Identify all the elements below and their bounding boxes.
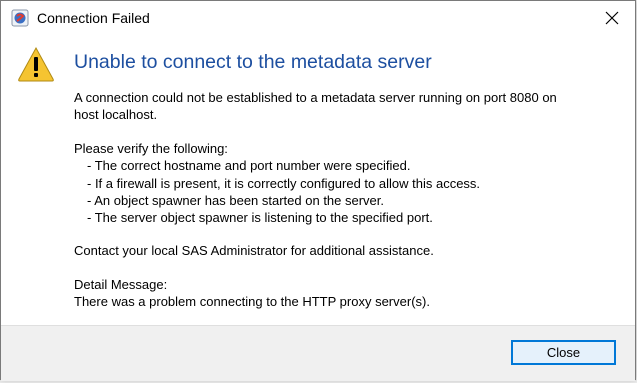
window-title: Connection Failed — [37, 10, 150, 26]
verify-item: - If a firewall is present, it is correc… — [87, 176, 481, 191]
warning-icon — [18, 46, 54, 82]
title-bar[interactable]: Connection Failed — [1, 1, 635, 35]
connection-failed-dialog: Connection Failed Unable to connect to t… — [0, 0, 636, 381]
verify-item: - The server object spawner is listening… — [87, 210, 433, 225]
intro-line-1: A connection could not be established to… — [74, 90, 557, 105]
detail-text: There was a problem connecting to the HT… — [74, 294, 430, 309]
verify-header: Please verify the following: — [74, 141, 228, 156]
verify-item: - The correct hostname and port number w… — [87, 158, 411, 173]
close-button[interactable]: Close — [511, 340, 616, 365]
sas-app-icon — [11, 9, 29, 27]
intro-line-2: host localhost. — [74, 107, 158, 122]
message-heading: Unable to connect to the metadata server — [74, 51, 432, 73]
contact-text: Contact your local SAS Administrator for… — [74, 243, 434, 258]
close-icon[interactable] — [589, 1, 635, 35]
verify-item: - An object spawner has been started on … — [87, 193, 385, 208]
button-bar: Close — [1, 325, 635, 381]
detail-header: Detail Message: — [74, 277, 168, 292]
